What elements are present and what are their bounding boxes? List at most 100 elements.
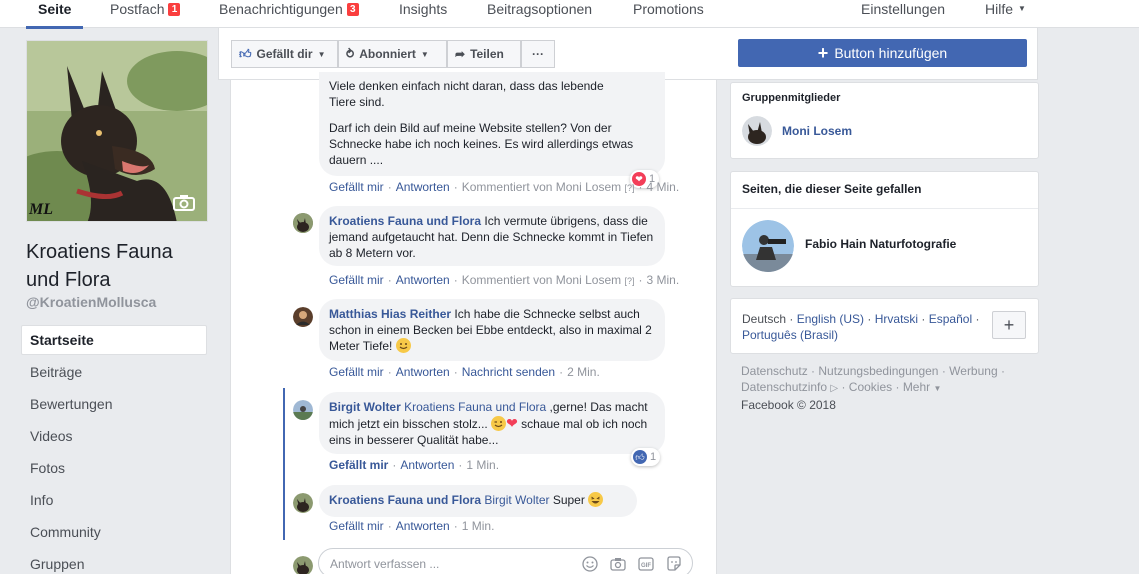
more-dots-icon: ··· [532,47,544,61]
comment-like-link[interactable]: Gefällt mir [329,519,384,533]
tab-label: Benachrichtigungen [219,1,343,17]
footer-link[interactable]: Nutzungsbedingungen [818,364,938,378]
add-language-button[interactable]: + [992,311,1026,339]
comment-reply-link[interactable]: Antworten [396,519,450,533]
plus-icon: + [817,43,829,63]
group-members-card: Gruppenmitglieder Moni Losem [730,82,1039,159]
mention-link[interactable]: Kroatiens Fauna und Flora [404,400,546,414]
comment-timestamp[interactable]: 4 Min. [646,180,679,194]
member-name-link[interactable]: Moni Losem [782,124,852,138]
comment-author-link[interactable]: Birgit Wolter [329,400,401,414]
comment-timestamp[interactable]: 3 Min. [646,273,679,287]
more-options-button[interactable]: ··· [521,40,555,68]
page-title[interactable]: Kroatiens Fauna und Flora [26,238,206,294]
language-link[interactable]: Português (Brasil) [742,328,838,342]
tab-seite[interactable]: Seite [25,0,85,29]
avatar[interactable] [742,116,772,146]
comment-like-link[interactable]: Gefällt mir [329,365,384,379]
avatar[interactable] [293,307,313,327]
comment-like-link[interactable]: Gefällt mir [329,458,388,472]
left-nav-startseite[interactable]: Startseite [21,325,207,355]
left-nav-label: Videos [30,428,73,444]
reaction-count-badge[interactable]: 👍︎ 1 [631,448,661,466]
profile-picture[interactable]: ML [26,40,208,222]
avatar[interactable] [293,493,313,513]
comment-bubble: Kroatiens Fauna und Flora Birgit Wolter … [319,485,637,517]
help-menu[interactable]: Hilfe ▼ [985,0,1026,28]
help-label: Hilfe [985,1,1014,17]
more-footer-link[interactable]: Mehr [903,380,930,394]
add-button-cta[interactable]: + Button hinzufügen [738,39,1027,67]
comment-reply-link[interactable]: Antworten [396,273,450,287]
left-nav-fotos[interactable]: Fotos [21,453,207,483]
avatar[interactable] [293,213,313,233]
comment-timestamp[interactable]: 1 Min. [466,458,499,472]
left-nav-bewertungen[interactable]: Bewertungen [21,389,207,419]
comment-reply-link[interactable]: Antworten [400,458,454,472]
comment-like-link[interactable]: Gefällt mir [329,273,384,287]
mention-link[interactable]: Birgit Wolter [484,493,549,507]
follow-label: Abonniert [359,47,416,61]
emoji-picker-icon[interactable] [582,556,598,572]
left-nav-info[interactable]: Info [21,485,207,515]
settings-label: Einstellungen [861,1,946,17]
comment-reply-link[interactable]: Antworten [396,365,450,379]
left-nav-label: Fotos [30,460,66,476]
language-link[interactable]: Español [929,312,972,326]
comment-author-link[interactable]: Kroatiens Fauna und Flora [329,214,481,228]
comment-timestamp[interactable]: 1 Min. [462,519,495,533]
like-label: Gefällt dir [256,47,313,61]
share-button[interactable]: ➦ Teilen [447,40,521,68]
footer-link[interactable]: Datenschutzinfo [741,380,827,394]
language-link[interactable]: Hrvatski [875,312,918,326]
sticker-icon[interactable] [666,556,682,572]
comment-timestamp[interactable]: 2 Min. [567,365,600,379]
gif-icon[interactable]: GIF [638,556,654,572]
footer-link[interactable]: Werbung [949,364,997,378]
footer-link[interactable]: Cookies [849,380,892,394]
avatar[interactable] [742,220,794,272]
send-message-link[interactable]: Nachricht senden [462,365,555,379]
camera-icon[interactable] [173,195,195,211]
follow-button[interactable]: ⥁ Abonniert ▼ [338,40,447,68]
divider [731,208,1038,209]
left-nav-label: Info [30,492,54,508]
rss-icon: ⥁ [346,47,355,61]
comment-author-link[interactable]: Matthias Hias Reither [329,307,451,321]
tab-insights[interactable]: Insights [399,0,447,28]
wink-emoji-icon [491,416,507,431]
footer-links: Datenschutz · Nutzungsbedingungen · Werb… [741,364,1005,412]
page-handle[interactable]: @KroatienMollusca [26,294,156,310]
left-nav-community[interactable]: Community [21,517,207,547]
liked-pages-title: Seiten, die dieser Seite gefallen [742,182,922,196]
like-page-button[interactable]: 👍︎ Gefällt dir ▼ [231,40,338,68]
comment-author-link[interactable]: Kroatiens Fauna und Flora [329,493,481,507]
comment-meta: Gefällt mir · Antworten · Kommentiert von Mo… [329,273,680,287]
caret-down-icon: ▼ [420,49,429,59]
help-link[interactable]: [?] [624,276,634,286]
adchoices-icon[interactable]: ▷ [830,383,838,394]
tab-benachrichtigungen[interactable]: Benachrichtigungen 3 [219,0,359,28]
comment-meta: Gefällt mir · Antworten · Nachricht senden · 2… [329,365,600,379]
reply-thread-indicator [283,388,285,540]
reply-input[interactable]: Antwort verfassen ... GIF [318,548,693,574]
left-nav-beitraege[interactable]: Beiträge [21,357,207,387]
tab-postfach[interactable]: Postfach 1 [110,0,181,28]
tab-beitragsoptionen[interactable]: Beitragsoptionen [487,0,592,28]
comment-like-link[interactable]: Gefällt mir [329,180,384,194]
settings-link[interactable]: Einstellungen [861,0,945,28]
left-nav-videos[interactable]: Videos [21,421,207,451]
comment-reply-link[interactable]: Antworten [396,180,450,194]
avatar[interactable] [293,400,313,420]
comment-meta: Gefällt mir · Antworten · 1 Min. [329,458,500,472]
camera-icon[interactable] [610,556,626,572]
footer-link[interactable]: Datenschutz [741,364,808,378]
unread-badge: 3 [346,3,359,16]
language-link[interactable]: English (US) [797,312,864,326]
tab-label: Insights [399,1,448,17]
liked-page-link[interactable]: Fabio Hain Naturfotografie [805,237,956,251]
tab-promotions[interactable]: Promotions [633,0,704,28]
help-link[interactable]: [?] [624,183,634,193]
left-nav-gruppen[interactable]: Gruppen [21,549,207,574]
reaction-count: 1 [650,451,657,463]
